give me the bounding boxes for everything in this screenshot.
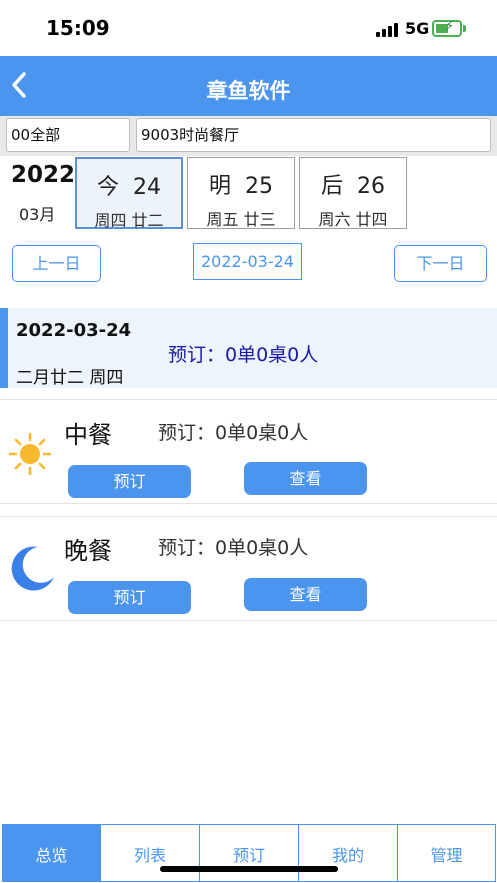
day-sub: 周四 廿二 — [94, 211, 164, 230]
calendar-year: 2022 — [11, 162, 76, 188]
reserve-lunch-button[interactable]: 预订 — [68, 465, 191, 498]
category-select[interactable]: 00全部 — [6, 118, 130, 152]
nav-bar: 章鱼软件 — [0, 56, 497, 116]
restaurant-select[interactable]: 9003时尚餐厅 — [136, 118, 491, 152]
meal-booking: 预订：0单0桌0人 — [158, 537, 309, 559]
view-dinner-button[interactable]: 查看 — [244, 578, 367, 611]
calendar-month: 03月 — [19, 205, 56, 224]
divider — [0, 399, 497, 400]
summary-date: 2022-03-24 — [16, 320, 132, 341]
summary-lunar: 二月廿二 周四 — [16, 368, 124, 388]
view-lunch-button[interactable]: 查看 — [244, 462, 367, 495]
day-number: 25 — [245, 174, 273, 199]
tab-overview[interactable]: 总览 — [2, 824, 101, 882]
network-label: 5G — [405, 19, 430, 38]
moon-icon — [11, 546, 55, 591]
day-number: 24 — [133, 175, 161, 200]
day-sub: 周六 廿四 — [318, 210, 388, 229]
sun-icon — [8, 432, 52, 476]
page-title: 章鱼软件 — [206, 79, 291, 103]
day-label: 后 — [320, 174, 343, 199]
summary-accent-bar — [0, 308, 8, 388]
divider — [0, 503, 497, 504]
day-summary: 2022-03-24 预订：0单0桌0人 二月廿二 周四 — [0, 308, 497, 388]
meal-name: 晚餐 — [64, 537, 112, 565]
day-card-day-after[interactable]: 后 26 周六 廿四 — [299, 157, 407, 229]
day-card-tomorrow[interactable]: 明 25 周五 廿三 — [187, 157, 295, 229]
day-label: 明 — [208, 174, 231, 199]
filter-row: 00全部 9003时尚餐厅 — [0, 116, 497, 156]
battery-icon: ⚡ — [432, 19, 462, 37]
meal-name: 中餐 — [64, 421, 112, 449]
divider — [0, 516, 497, 517]
tab-mine[interactable]: 我的 — [298, 824, 398, 882]
tab-bar: 总览 列表 预订 我的 管理 — [2, 824, 496, 882]
day-sub: 周五 廿三 — [206, 210, 276, 229]
status-bar: 15:09 5G ⚡ — [0, 0, 497, 56]
day-card-today[interactable]: 今 24 周四 廿二 — [75, 157, 183, 230]
tab-manage[interactable]: 管理 — [397, 824, 496, 882]
tab-reserve[interactable]: 预订 — [199, 824, 299, 882]
day-number: 26 — [357, 174, 385, 199]
reserve-dinner-button[interactable]: 预订 — [68, 581, 191, 614]
summary-booking: 预订：0单0桌0人 — [168, 344, 319, 366]
divider — [0, 620, 497, 621]
signal-icon — [376, 21, 400, 37]
date-picker[interactable]: 2022-03-24 — [193, 243, 302, 280]
status-time: 15:09 — [46, 16, 110, 40]
day-label: 今 — [96, 175, 119, 200]
tab-list[interactable]: 列表 — [100, 824, 200, 882]
meal-booking: 预订：0单0桌0人 — [158, 422, 309, 444]
prev-day-button[interactable]: 上一日 — [12, 245, 101, 282]
next-day-button[interactable]: 下一日 — [394, 245, 487, 282]
home-indicator — [160, 866, 338, 872]
battery-tip — [463, 25, 466, 32]
